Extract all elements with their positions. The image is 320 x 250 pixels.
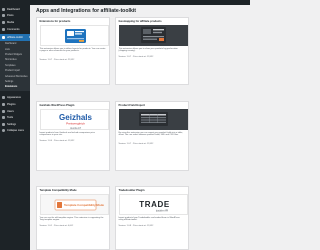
sidebar-item-label: Settings	[7, 122, 17, 126]
geomapping-illustration	[140, 26, 166, 43]
card-image[interactable]: TRADE doubler API	[118, 193, 188, 215]
extension-card[interactable]: Template Compatibility Mode Template Com…	[36, 186, 110, 250]
plugins-icon	[2, 103, 5, 107]
template-compat-logo: Template Compatibility Mode	[54, 199, 104, 210]
tradedoubler-logo: TRADE doubler API	[139, 200, 170, 213]
sidebar-collapse-button[interactable]: Collapse menu	[0, 128, 30, 135]
card-title[interactable]: Geizhals WordPress Plugin	[40, 104, 75, 107]
affiliate-toolkit-icon	[2, 36, 5, 40]
submenu-item-label: Shortcodes	[5, 59, 17, 62]
extension-card[interactable]: Extensions for products This extension a…	[36, 17, 110, 85]
sidebar-item-label: Users	[7, 109, 14, 113]
sidebar-item-label: Media	[7, 20, 15, 24]
card-title[interactable]: Tradedoubler Plugin	[119, 189, 145, 192]
sidebar-item-affiliate-toolkit[interactable]: affiliate-toolkit	[0, 34, 30, 41]
sidebar-item-settings[interactable]: Settings	[0, 121, 30, 128]
submenu-item-label: Product Widgets	[5, 54, 22, 57]
comments-icon	[2, 27, 5, 31]
main-content: Apps and Integrations for affiliate-tool…	[30, 5, 250, 250]
extension-card[interactable]: Geizhals WordPress Plugin Geizhals Preis…	[36, 101, 110, 171]
card-title[interactable]: Geomapping for affiliate products	[119, 20, 162, 23]
page-title: Apps and Integrations for affiliate-tool…	[36, 8, 137, 14]
card-meta: Version: 1.0.4 · Price starts at: 19,99€	[39, 140, 75, 142]
card-image[interactable]: Template Compatibility Mode	[39, 193, 109, 215]
card-meta: Version: 1.0.7 · Price starts at: 29,99€	[39, 59, 75, 61]
card-title[interactable]: Template Compatibility Mode	[40, 189, 77, 192]
appearance-icon	[2, 96, 5, 100]
sidebar-item-label: Plugins	[7, 103, 16, 107]
card-image[interactable]	[118, 108, 188, 130]
card-description: You can use the old template engine. Thi…	[39, 216, 104, 222]
submenu-item-label: Extensions	[5, 86, 18, 89]
template-icon	[56, 201, 62, 208]
tradedoubler-logo-text: TRADE	[139, 200, 170, 209]
sidebar-item-label: Appearance	[7, 96, 21, 100]
sidebar-item-label: Tools	[7, 116, 14, 120]
sidebar-item-label: Dashboard	[7, 7, 20, 11]
card-meta: Version: 1.0.7 · Price starts at: 19,99€	[118, 143, 154, 145]
posts-icon	[2, 14, 5, 18]
extension-card[interactable]: Product Field Export By using this exten…	[115, 101, 189, 171]
sidebar-item-plugins[interactable]: Plugins	[0, 101, 30, 108]
template-compat-logo-text: Template Compatibility Mode	[64, 203, 104, 207]
submenu-item-label: Templates	[5, 64, 16, 67]
card-description: This extension allows you to show your p…	[118, 47, 178, 53]
geizhals-logo-sub: Preisvergleich	[66, 121, 85, 125]
collapse-icon	[2, 129, 5, 133]
card-image[interactable]	[39, 24, 109, 46]
sidebar-item-posts[interactable]: Posts	[0, 13, 30, 20]
card-meta: Version: 1.0.8 · Price starts at: 19,99€	[118, 225, 154, 227]
card-title[interactable]: Product Field Export	[119, 104, 145, 107]
sidebar-item-users[interactable]: Users	[0, 108, 30, 115]
admin-sidebar: Dashboard Posts Media Comments affiliate…	[0, 5, 30, 250]
users-icon	[2, 109, 5, 113]
submenu-item-extensions[interactable]: Extensions	[0, 85, 30, 90]
sidebar-top-group: Dashboard Posts Media Comments	[0, 5, 30, 32]
tools-icon	[2, 116, 5, 120]
product-box-illustration	[64, 28, 86, 43]
extension-card[interactable]: Tradedoubler Plugin TRADE doubler API Im…	[115, 186, 189, 250]
card-description: This extension allows you to define layo…	[39, 47, 106, 53]
sidebar-item-label: Collapse menu	[7, 129, 25, 133]
sidebar-item-dashboard[interactable]: Dashboard	[0, 6, 30, 13]
card-description: Import products from Tradedoubler and em…	[118, 216, 180, 222]
submenu-item-label: Advanced Shortcodes	[5, 75, 28, 78]
submenu-item-label: Settings	[5, 80, 14, 83]
card-description: By using this extension you can export y…	[118, 131, 183, 137]
settings-icon	[2, 122, 5, 126]
geizhals-logo-tag: Austria AT	[70, 127, 81, 130]
sidebar-item-label: Posts	[7, 14, 14, 18]
sidebar-item-tools[interactable]: Tools	[0, 114, 30, 121]
sidebar-item-label: affiliate-toolkit	[7, 36, 23, 40]
card-description: Import products from Geizhals and includ…	[39, 131, 95, 137]
sidebar-item-appearance[interactable]: Appearance	[0, 95, 30, 102]
card-title[interactable]: Extensions for products	[40, 20, 71, 23]
field-export-illustration	[138, 111, 168, 126]
card-image[interactable]: Geizhals Preisvergleich Austria AT	[39, 108, 109, 130]
submenu-item-label: Dashboard	[5, 43, 17, 46]
media-icon	[2, 20, 5, 24]
geizhals-logo: Geizhals Preisvergleich Austria AT	[59, 113, 92, 130]
card-meta: Version: 1.0.1 · Price starts at: 0,00€	[39, 225, 74, 227]
tradedoubler-logo-sub: doubler API	[155, 209, 168, 212]
sidebar-item-media[interactable]: Media	[0, 19, 30, 26]
sidebar-submenu: Dashboard Lists Product Widgets Shortcod…	[0, 40, 30, 91]
submenu-item-label: Product Import	[5, 70, 21, 73]
submenu-item-label: Lists	[5, 48, 10, 51]
card-meta: Version: 1.0.7 · Price starts at: 19,99€	[118, 56, 154, 58]
card-image[interactable]	[118, 24, 188, 46]
sidebar-item-comments[interactable]: Comments	[0, 26, 30, 33]
sidebar-item-label: Comments	[7, 27, 20, 31]
extension-card[interactable]: Geomapping for affiliate products This e…	[115, 17, 189, 85]
dashboard-icon	[2, 7, 5, 11]
